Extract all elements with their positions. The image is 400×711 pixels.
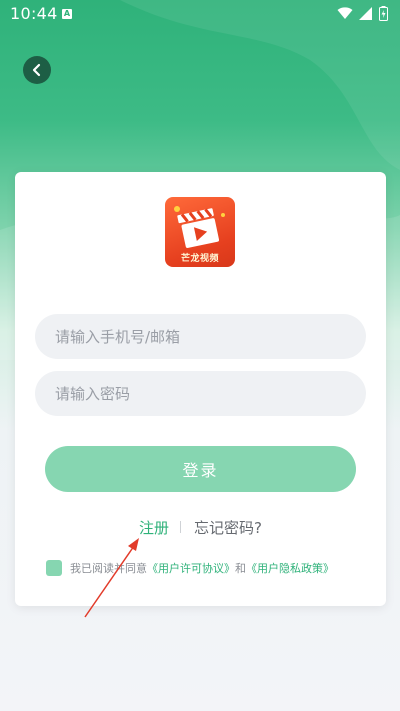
notification-badge: A xyxy=(62,9,72,19)
signal-icon xyxy=(359,7,372,20)
agreement-prefix: 我已阅读并同意 xyxy=(70,562,147,575)
status-bar: 10:44 A xyxy=(0,0,400,28)
password-input[interactable] xyxy=(35,371,366,416)
back-button[interactable] xyxy=(23,56,51,84)
login-button[interactable]: 登录 xyxy=(45,446,356,492)
agreement-row: 我已阅读并同意 《用户许可协议》 和 《用户隐私政策》 xyxy=(46,560,334,576)
register-link[interactable]: 注册 xyxy=(139,517,169,538)
status-icons xyxy=(337,6,388,21)
login-card: 芒龙视频 登录 注册 忘记密码? 我已阅读并同意 《用户许可协议》 和 《用户隐… xyxy=(15,172,386,606)
chevron-left-icon xyxy=(32,63,41,77)
link-divider xyxy=(180,521,181,533)
forgot-password-link[interactable]: 忘记密码? xyxy=(194,517,262,538)
status-time: 10:44 xyxy=(10,4,58,23)
agreement-conjunction: 和 xyxy=(235,562,246,575)
app-logo: 芒龙视频 xyxy=(165,197,235,267)
agreement-checkbox[interactable] xyxy=(46,560,62,576)
battery-charging-icon xyxy=(379,6,388,21)
wifi-icon xyxy=(337,7,353,19)
phone-email-input[interactable] xyxy=(35,314,366,359)
privacy-policy-link[interactable]: 《用户隐私政策》 xyxy=(246,560,334,576)
user-license-link[interactable]: 《用户许可协议》 xyxy=(147,560,235,576)
logo-text: 芒龙视频 xyxy=(180,254,219,264)
